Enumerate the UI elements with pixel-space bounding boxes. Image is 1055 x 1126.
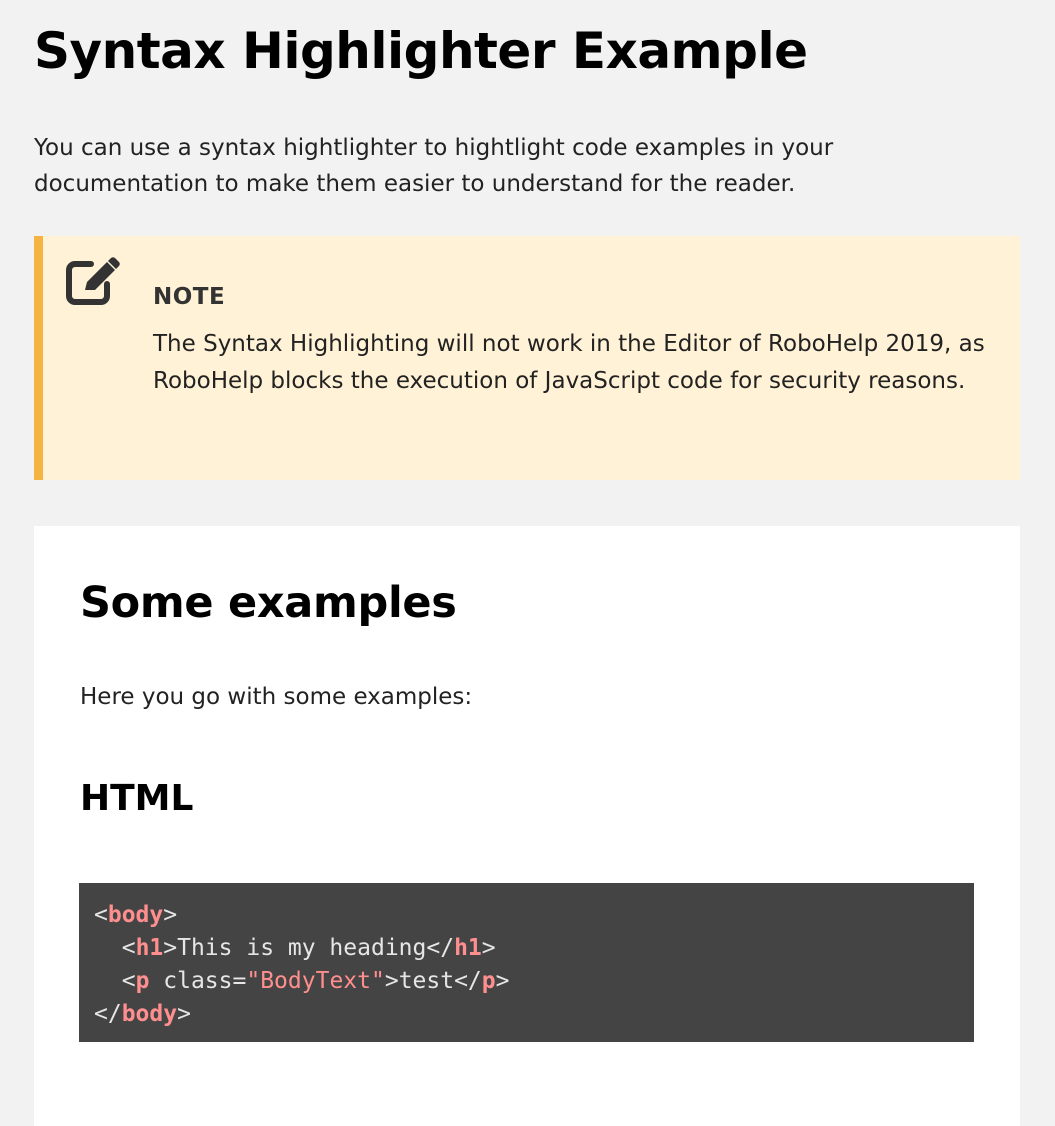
note-body: The Syntax Highlighting will not work in… — [153, 331, 985, 394]
note-callout: NOTE The Syntax Highlighting will not wo… — [34, 236, 1020, 480]
note-title: NOTE — [153, 284, 226, 310]
code-tag: h1 — [454, 935, 482, 961]
page: Syntax Highlighter Example You can use a… — [0, 0, 1055, 1126]
code-tag: p — [481, 968, 496, 994]
code-string: "BodyText" — [246, 968, 385, 994]
edit-note-icon — [61, 256, 121, 310]
code-line-3: <p class="BodyText">test</p> — [121, 968, 510, 994]
code-tag: body — [121, 1001, 178, 1027]
examples-panel: Some examples Here you go with some exam… — [34, 526, 1020, 1126]
code-tag: h1 — [135, 935, 164, 961]
examples-lead: Here you go with some examples: — [80, 684, 473, 710]
intro-paragraph: You can use a syntax hightlighter to hig… — [34, 135, 834, 197]
code-line-1: <body> — [94, 902, 178, 928]
code-line-2: <h1>This is my heading</h1> — [121, 935, 496, 961]
code-tag: p — [135, 968, 150, 994]
page-title: Syntax Highlighter Example — [34, 22, 808, 80]
code-line-4: </body> — [94, 1001, 191, 1027]
examples-heading: Some examples — [80, 578, 457, 628]
code-tag: body — [107, 902, 164, 928]
code-block-html: <body> <h1>This is my heading</h1> <p cl… — [79, 883, 974, 1042]
html-heading: HTML — [80, 778, 194, 819]
